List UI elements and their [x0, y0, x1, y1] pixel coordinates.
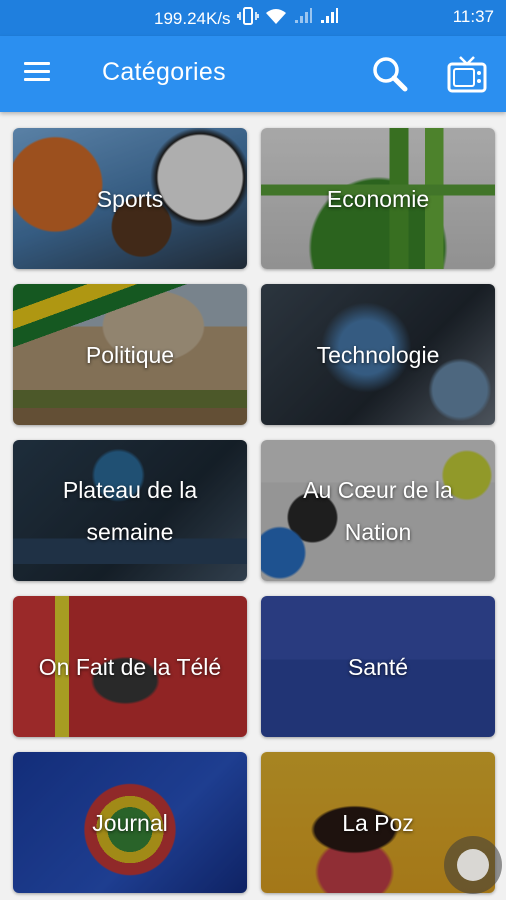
category-label: Politique [85, 341, 175, 368]
category-label: Au Cœur de la Nation [303, 476, 453, 545]
assistive-touch-button[interactable] [444, 836, 502, 894]
category-card-journal[interactable]: Journal [13, 752, 247, 893]
category-card-sante[interactable]: Santé [261, 596, 495, 737]
category-card-plateau-de-la-semaine[interactable]: Plateau de la semaine [13, 440, 247, 581]
menu-button[interactable] [20, 57, 54, 91]
search-button[interactable] [370, 54, 410, 94]
category-card-technologie[interactable]: Technologie [261, 284, 495, 425]
signal-icon [319, 7, 339, 30]
category-label: Santé [347, 653, 409, 680]
wifi-icon [265, 7, 287, 30]
vibrate-icon [236, 7, 259, 30]
category-label: Sports [96, 185, 164, 212]
app-bar: Catégories [0, 36, 506, 112]
status-indicators: 199.24K/s [154, 7, 339, 30]
category-label: Technologie [316, 341, 440, 368]
category-card-on-fait-de-la-tele[interactable]: On Fait de la Télé [13, 596, 247, 737]
category-card-sports[interactable]: Sports [13, 128, 247, 269]
category-label: Journal [92, 809, 168, 836]
category-label: On Fait de la Télé [38, 653, 222, 680]
page-title: Catégories [102, 58, 226, 86]
tv-icon [447, 56, 487, 93]
hamburger-menu-icon [20, 62, 54, 81]
category-label: Plateau de la semaine [62, 476, 198, 545]
category-label: Economie [326, 185, 430, 212]
live-tv-button[interactable] [446, 53, 488, 95]
category-card-politique[interactable]: Politique [13, 284, 247, 425]
clock: 11:37 [452, 7, 494, 26]
search-icon [373, 57, 408, 92]
signal-icon [293, 7, 313, 30]
category-card-au-coeur-de-la-nation[interactable]: Au Cœur de la Nation [261, 440, 495, 581]
network-speed: 199.24K/s [154, 8, 231, 28]
category-card-economie[interactable]: Economie [261, 128, 495, 269]
status-bar: 199.24K/s 11:37 [0, 0, 506, 36]
